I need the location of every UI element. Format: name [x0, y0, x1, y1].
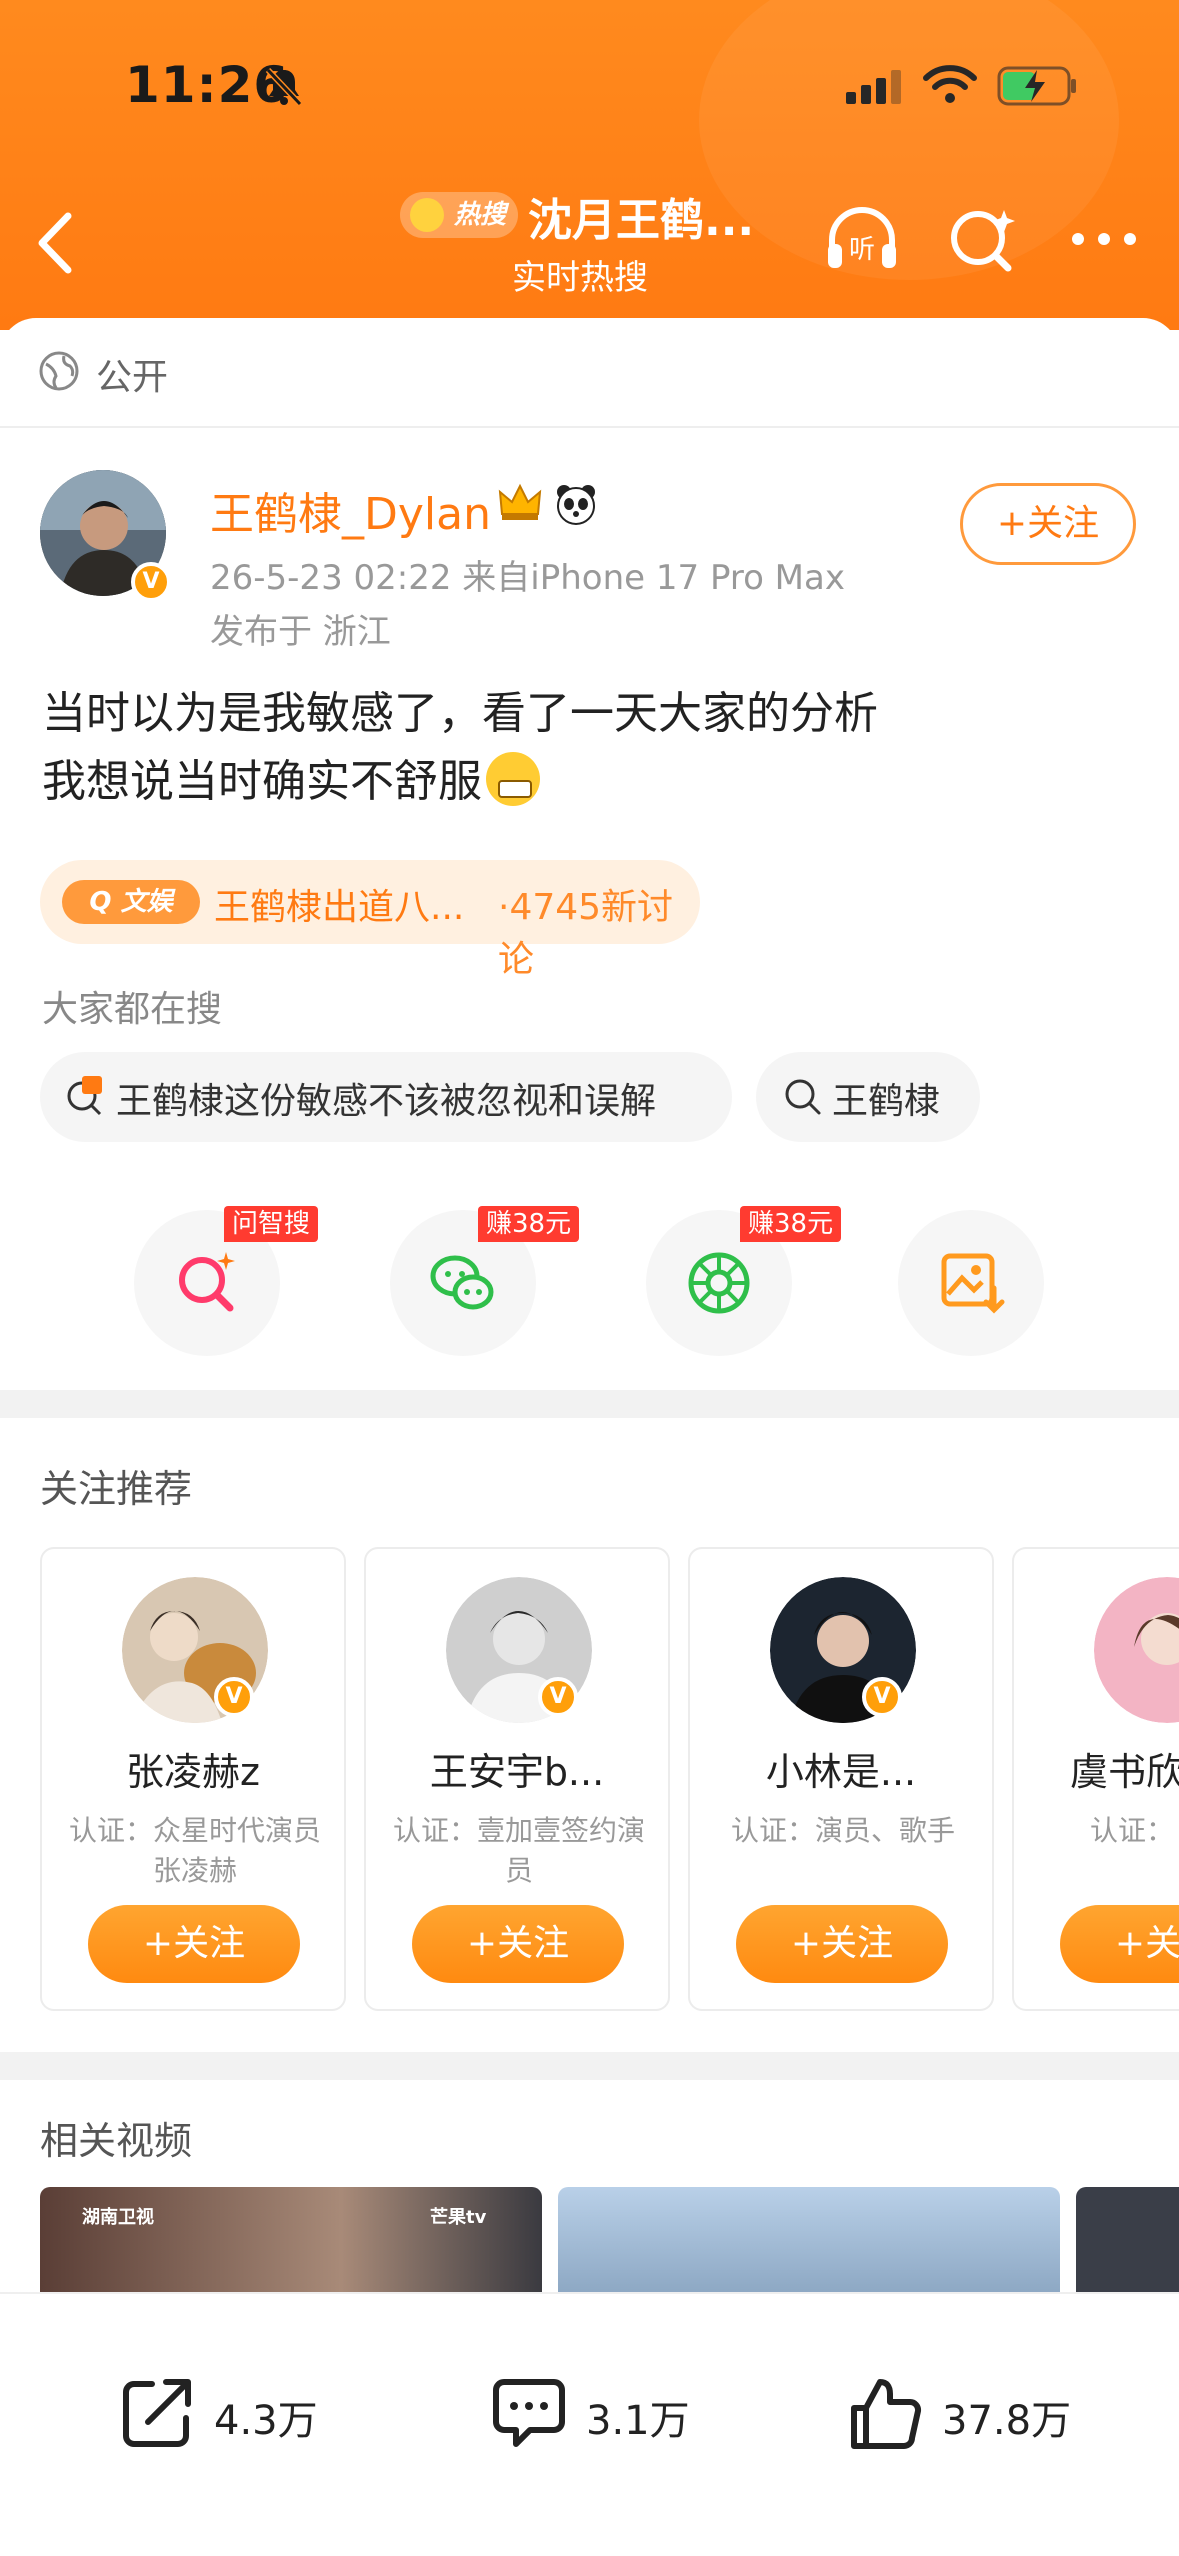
globe-icon: [39, 351, 79, 391]
follow-button[interactable]: +关注: [88, 1905, 300, 1983]
post-location: 发布于 浙江: [210, 612, 391, 652]
recommend-name: 王安宇b...: [429, 1750, 605, 1794]
recommend-card[interactable]: V 王安宇b... 认证：壹加壹签约演员 +关注: [364, 1547, 670, 2011]
verified-badge-icon: V: [862, 1677, 902, 1717]
recommend-card[interactable]: 虞书欣 认证： +关注: [1012, 1547, 1179, 2011]
wechat-reward-tag: 赚38元: [478, 1206, 580, 1242]
comment-count: 3.1万: [586, 2398, 690, 2444]
follow-button[interactable]: +关注: [736, 1905, 948, 1983]
section-divider: [0, 1390, 1179, 1418]
back-icon[interactable]: [30, 208, 80, 278]
follow-author-button[interactable]: +关注: [960, 483, 1136, 565]
tv-logo: 芒果tv: [430, 2207, 487, 2228]
hot-search-icon: [410, 198, 444, 232]
topic-pill[interactable]: Q 文娱 王鹤棣出道八... ·4745新讨论: [40, 860, 700, 980]
moments-icon: [688, 1252, 750, 1314]
page-title: 沈月王鹤...: [528, 195, 755, 246]
follow-button[interactable]: +关注: [412, 1905, 624, 1983]
search-icon: [785, 1079, 821, 1115]
more-icon[interactable]: [1064, 204, 1144, 274]
save-image-icon: [941, 1253, 1005, 1314]
nav-bar: 热搜 沈月王鹤... 实时热搜 听: [0, 178, 1179, 298]
tv-logo: 湖南卫视: [82, 2207, 154, 2228]
listen-headphones-icon[interactable]: 听: [822, 204, 902, 274]
thumbs-up-icon: [851, 2379, 922, 2449]
recommend-name: 虞书欣: [1070, 1750, 1179, 1794]
everyone-searching-label: 大家都在搜: [42, 989, 223, 1030]
topic-name: 王鹤棣出道八...: [214, 887, 465, 928]
related-videos-title: 相关视频: [40, 2119, 193, 2163]
topic-category-tag: Q 文娱: [62, 880, 200, 924]
recommend-desc: 认证：: [1090, 1814, 1175, 1847]
search-chip[interactable]: 王鹤棣: [756, 1052, 980, 1142]
search-chip-text: 王鹤棣: [832, 1081, 941, 1122]
topic-count: ·4745新讨论: [498, 887, 674, 980]
ai-search-tag: 问智搜: [224, 1206, 319, 1242]
grin-emoji-icon: [486, 752, 540, 806]
bell-muted-icon: [265, 67, 303, 107]
status-bar: 11:26: [0, 56, 1179, 116]
recommend-name: 小林是...: [765, 1750, 917, 1794]
hot-search-icon: [67, 1076, 102, 1116]
share-count: 4.3万: [214, 2398, 318, 2444]
verified-badge-icon: V: [131, 562, 171, 602]
recommend-desc: 认证：壹加壹签约演员: [392, 1814, 645, 1887]
follow-button[interactable]: +关注: [1060, 1905, 1179, 1983]
search-chip[interactable]: 王鹤棣这份敏感不该被忽视和误解: [40, 1052, 732, 1142]
wifi-icon: [923, 65, 977, 103]
wechat-icon: [430, 1255, 494, 1310]
save-image-button[interactable]: [898, 1210, 1044, 1356]
comment-icon: [493, 2379, 565, 2447]
verified-badge-icon: V: [538, 1677, 578, 1717]
page-subtitle: 实时热搜: [512, 258, 648, 298]
visibility-label: 公开: [96, 357, 169, 398]
recommend-title: 关注推荐: [40, 1467, 193, 1511]
recommend-avatar: [1094, 1577, 1179, 1723]
moments-reward-tag: 赚38元: [740, 1206, 842, 1242]
bottom-action-bar: 4.3万 3.1万 37.8万: [0, 2292, 1179, 2556]
hot-search-tag: 热搜: [400, 192, 519, 238]
svg-text:听: 听: [849, 235, 875, 265]
signal-icon: [846, 70, 901, 104]
recommend-name: 张凌赫z: [126, 1750, 260, 1794]
section-divider: [0, 2052, 1179, 2080]
recommend-desc: 认证：众星时代演员 张凌赫: [68, 1814, 321, 1887]
share-icon: [123, 2379, 191, 2447]
ai-search-icon[interactable]: [944, 204, 1024, 274]
recommend-card[interactable]: V 张凌赫z 认证：众星时代演员 张凌赫 +关注: [40, 1547, 346, 2011]
verified-badge-icon: V: [214, 1677, 254, 1717]
recommend-desc: 认证：演员、歌手: [730, 1814, 955, 1847]
post-text-line2: 我想说当时确实不舒服: [42, 748, 1142, 816]
header: 11:26 热搜 沈月王鹤... 实时热搜 听: [0, 0, 1179, 330]
post-text: 当时以为是我敏感了，看了一天大家的分析 我想说当时确实不舒服: [42, 680, 1142, 816]
recommend-card[interactable]: V 小林是... 认证：演员、歌手 +关注: [688, 1547, 994, 2011]
crown-icon: [498, 483, 542, 520]
ai-search-icon: [179, 1252, 235, 1312]
search-chip-text: 王鹤棣这份敏感不该被忽视和误解: [116, 1081, 657, 1122]
post-text-line1: 当时以为是我敏感了，看了一天大家的分析: [42, 688, 878, 739]
post-date-device: 26-5-23 02:22 来自iPhone 17 Pro Max: [210, 558, 845, 598]
author-name[interactable]: 王鹤棣_Dylan: [210, 478, 491, 542]
battery-charging-icon: [997, 66, 1076, 106]
like-count: 37.8万: [942, 2398, 1072, 2444]
panda-icon: [557, 485, 595, 525]
visibility-row: 公开: [0, 318, 1179, 428]
